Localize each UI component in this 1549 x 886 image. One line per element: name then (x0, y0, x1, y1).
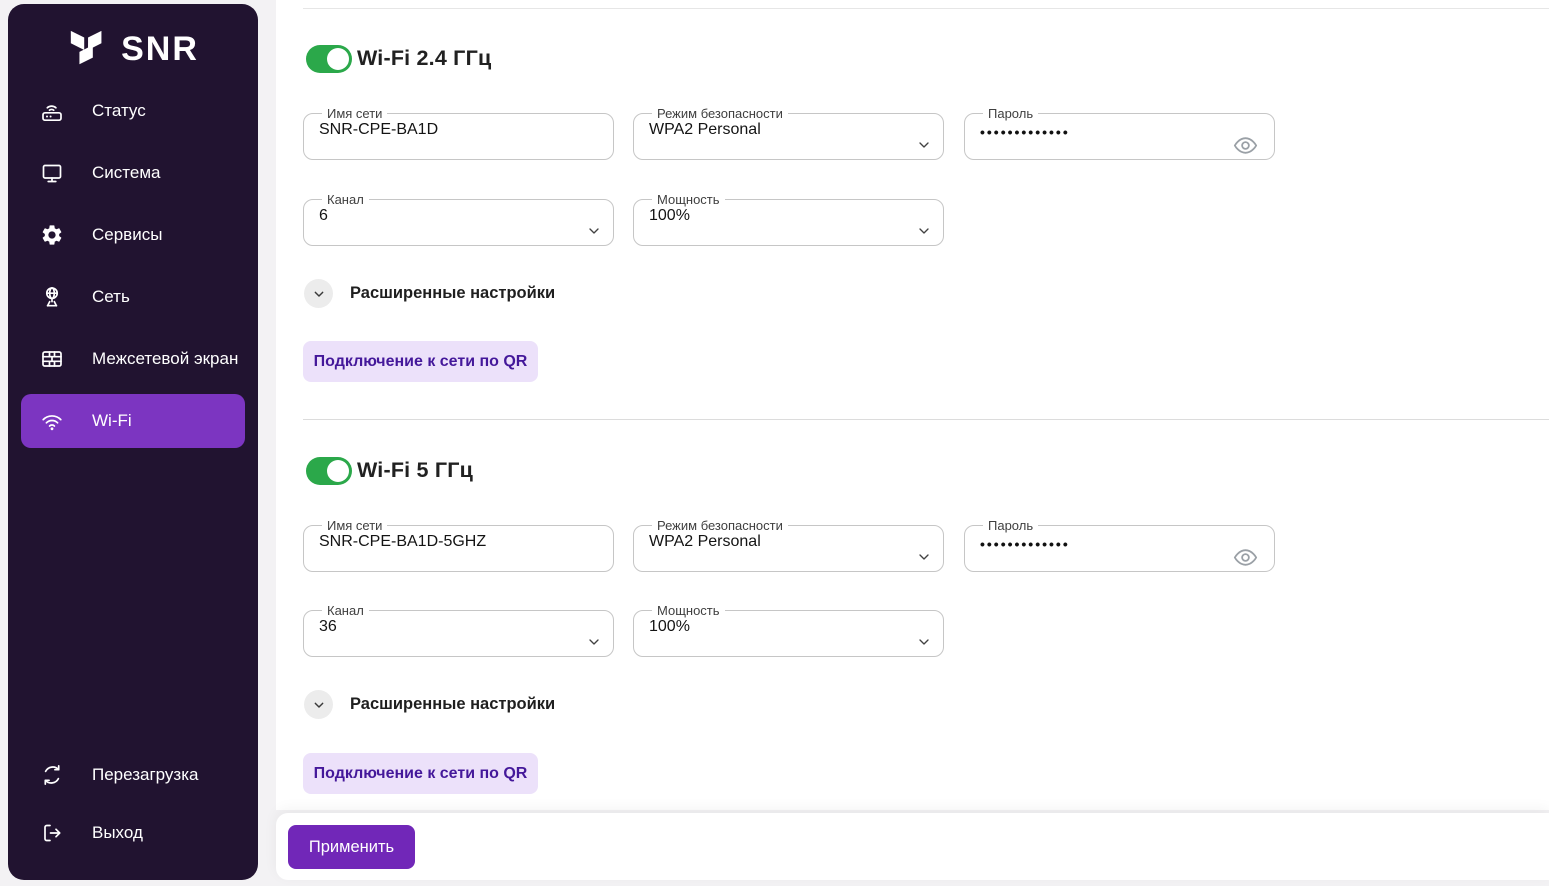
wifi-5-advanced-settings: Расширенные настройки (304, 690, 555, 719)
wifi-24-ssid-field[interactable]: Имя сети SNR-CPE-BA1D (303, 107, 614, 160)
chevron-down-icon (916, 223, 932, 239)
monitor-icon (40, 161, 64, 185)
security-value: WPA2 Personal (646, 533, 931, 551)
sidebar-item-label: Система (92, 163, 160, 183)
top-divider (303, 8, 1549, 9)
wifi-24-power-select[interactable]: Мощность 100% (633, 193, 944, 246)
password-masked-value: ••••••••••••• (977, 536, 1262, 552)
sidebar-bottom: Перезагрузка Выход (21, 748, 245, 864)
wifi-5-security-select[interactable]: Режим безопасности WPA2 Personal (633, 519, 944, 572)
ssid-value: SNR-CPE-BA1D (316, 121, 601, 139)
chevron-down-icon (586, 634, 602, 650)
sidebar-nav: Статус Система Сервисы (8, 84, 258, 448)
toggle-knob (327, 460, 349, 482)
wifi-5-power-select[interactable]: Мощность 100% (633, 604, 944, 657)
sidebar-item-label: Выход (92, 823, 143, 843)
chevron-down-icon (916, 137, 932, 153)
power-value: 100% (646, 618, 931, 636)
password-masked-value: ••••••••••••• (977, 124, 1262, 140)
section-divider (303, 419, 1549, 420)
apply-button[interactable]: Применить (288, 825, 415, 869)
sidebar-item-firewall[interactable]: Межсетевой экран (21, 332, 245, 386)
power-label: Мощность (652, 604, 725, 617)
wifi-24-channel-select[interactable]: Канал 6 (303, 193, 614, 246)
sidebar-item-label: Сеть (92, 287, 130, 307)
ssid-label: Имя сети (322, 519, 387, 532)
wifi-24-password-field[interactable]: Пароль ••••••••••••• (964, 107, 1275, 160)
wifi-24-security-select[interactable]: Режим безопасности WPA2 Personal (633, 107, 944, 160)
wifi-24-section-title: Wi-Fi 2.4 ГГц (357, 46, 491, 71)
sidebar-item-reboot[interactable]: Перезагрузка (21, 748, 245, 802)
security-value: WPA2 Personal (646, 121, 931, 139)
password-label: Пароль (983, 107, 1038, 120)
chevron-down-icon (916, 549, 932, 565)
channel-label: Канал (322, 604, 369, 617)
firewall-icon (40, 347, 64, 371)
sidebar-item-status[interactable]: Статус (21, 84, 245, 138)
expand-chevron-button[interactable] (304, 279, 333, 308)
ssid-label: Имя сети (322, 107, 387, 120)
wifi-icon (40, 409, 64, 433)
wifi-24-advanced-settings: Расширенные настройки (304, 279, 555, 308)
password-label: Пароль (983, 519, 1038, 532)
sidebar-item-label: Wi-Fi (92, 411, 132, 431)
logout-icon (40, 821, 64, 845)
wifi-settings-page: Wi-Fi 2.4 ГГц Имя сети SNR-CPE-BA1D Режи… (276, 0, 1549, 810)
sidebar: SNR Статус (8, 4, 258, 880)
wifi-5-enable-toggle[interactable] (306, 457, 352, 485)
wifi-5-ssid-field[interactable]: Имя сети SNR-CPE-BA1D-5GHZ (303, 519, 614, 572)
chevron-down-icon (586, 223, 602, 239)
eye-icon[interactable] (1232, 132, 1259, 159)
security-label: Режим безопасности (652, 107, 788, 120)
wifi-24-enable-toggle[interactable] (306, 45, 352, 73)
sidebar-item-system[interactable]: Система (21, 146, 245, 200)
expand-chevron-button[interactable] (304, 690, 333, 719)
router-icon (40, 99, 64, 123)
sidebar-item-label: Статус (92, 101, 146, 121)
footer-bar: Применить (276, 813, 1549, 880)
sidebar-item-services[interactable]: Сервисы (21, 208, 245, 262)
brand-name: SNR (121, 30, 199, 69)
gear-icon (40, 223, 64, 247)
sidebar-item-label: Сервисы (92, 225, 162, 245)
security-label: Режим безопасности (652, 519, 788, 532)
sidebar-item-logout[interactable]: Выход (21, 806, 245, 860)
wifi-5-password-field[interactable]: Пароль ••••••••••••• (964, 519, 1275, 572)
sidebar-item-network[interactable]: Сеть (21, 270, 245, 324)
wifi-24-qr-connect-button[interactable]: Подключение к сети по QR (303, 341, 538, 382)
sidebar-item-label: Перезагрузка (92, 765, 198, 785)
chevron-down-icon (916, 634, 932, 650)
brand-logo: SNR (8, 24, 258, 74)
channel-value: 6 (316, 207, 601, 225)
ssid-value: SNR-CPE-BA1D-5GHZ (316, 533, 601, 551)
wifi-5-section-title: Wi-Fi 5 ГГц (357, 458, 473, 483)
advanced-settings-label: Расширенные настройки (350, 695, 555, 714)
power-label: Мощность (652, 193, 725, 206)
sidebar-item-label: Межсетевой экран (92, 349, 238, 369)
channel-label: Канал (322, 193, 369, 206)
power-value: 100% (646, 207, 931, 225)
sidebar-item-wifi[interactable]: Wi-Fi (21, 394, 245, 448)
advanced-settings-label: Расширенные настройки (350, 284, 555, 303)
wifi-5-qr-connect-button[interactable]: Подключение к сети по QR (303, 753, 538, 794)
wifi-5-channel-select[interactable]: Канал 36 (303, 604, 614, 657)
channel-value: 36 (316, 618, 601, 636)
refresh-icon (40, 763, 64, 787)
globe-network-icon (40, 285, 64, 309)
toggle-knob (327, 48, 349, 70)
eye-icon[interactable] (1232, 544, 1259, 571)
snr-cube-logo-icon (67, 27, 111, 71)
